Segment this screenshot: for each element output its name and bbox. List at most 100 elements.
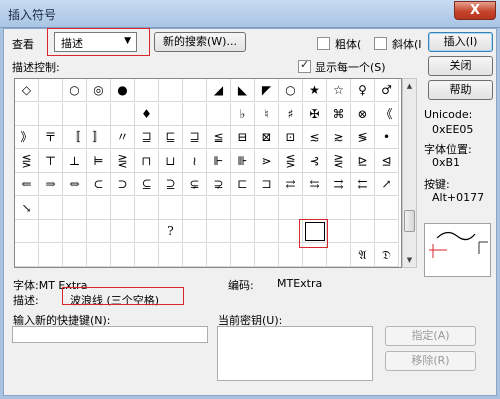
symbol-cell[interactable]: ● [111,79,135,102]
symbol-cell[interactable]: ⊟ [231,126,255,149]
new-shortcut-input[interactable] [12,326,208,343]
symbol-cell[interactable]: ⊐ [255,173,279,196]
symbol-cell[interactable] [39,220,63,243]
symbol-cell[interactable]: ♯ [279,102,303,126]
symbol-cell[interactable]: ≳ [327,126,351,149]
symbol-cell[interactable] [87,243,111,267]
symbol-cell[interactable] [111,220,135,243]
symbol-cell[interactable] [207,102,231,126]
symbol-cell[interactable] [111,102,135,126]
symbol-cell[interactable]: ⊋ [207,173,231,196]
symbol-cell[interactable]: ⊂ [87,173,111,196]
symbol-cell[interactable]: 》 [15,126,39,149]
symbol-cell[interactable]: ? [159,220,183,243]
symbol-cell[interactable]: ⊇ [159,173,183,196]
symbol-cell[interactable] [15,220,39,243]
symbol-cell[interactable]: ◢ [207,79,231,102]
symbol-cell[interactable]: ↘ [15,196,39,220]
symbol-cell[interactable]: ⇄ [279,173,303,196]
symbol-cell[interactable]: ⋗ [255,149,279,173]
symbol-cell[interactable]: • [375,126,399,149]
symbol-cell[interactable] [39,79,63,102]
symbol-cell[interactable] [135,79,159,102]
symbol-cell[interactable] [87,220,111,243]
symbol-cell[interactable]: ⊒ [135,126,159,149]
symbol-cell[interactable]: ⊗ [351,102,375,126]
grid-scrollbar[interactable]: ▲ ▼ [402,78,417,268]
symbol-cell[interactable]: ⇐ [15,173,39,196]
symbol-cell[interactable]: 〛 [87,126,111,149]
symbol-cell[interactable]: ⋚ [279,149,303,173]
symbol-cell[interactable] [135,243,159,267]
symbol-cell[interactable] [63,220,87,243]
symbol-cell[interactable] [135,220,159,243]
current-key-list[interactable] [217,326,373,381]
symbol-cell[interactable]: ⊴ [375,149,399,173]
symbol-cell[interactable]: 《 [375,102,399,126]
symbol-cell[interactable] [183,102,207,126]
symbol-cell[interactable] [327,220,351,243]
symbol-cell[interactable]: ☆ [327,79,351,102]
symbol-cell[interactable]: ⊠ [255,126,279,149]
symbol-cell[interactable]: ⋚ [15,149,39,173]
symbol-cell[interactable]: ◤ [255,79,279,102]
symbol-cell[interactable]: ⊆ [135,173,159,196]
symbol-cell[interactable] [159,79,183,102]
symbol-cell[interactable] [15,102,39,126]
symbol-cell[interactable]: ⊨ [87,149,111,173]
symbol-cell[interactable]: ○ [279,79,303,102]
symbol-cell[interactable] [351,196,375,220]
symbol-cell[interactable] [255,196,279,220]
symbol-cell[interactable] [135,196,159,220]
symbol-cell[interactable] [39,196,63,220]
symbol-cell[interactable] [39,102,63,126]
show-every-checkbox[interactable] [298,58,311,73]
symbol-cell[interactable]: ↗ [375,173,399,196]
symbol-cell[interactable]: ⇔ [63,173,87,196]
symbol-cell[interactable]: ⊃ [111,173,135,196]
symbol-cell[interactable]: 𝔇 [375,243,399,267]
symbol-cell[interactable] [351,220,375,243]
symbol-cell[interactable]: ⇆ [303,173,327,196]
new-search-button[interactable]: 新的搜索(W)... [154,32,246,52]
symbol-cell[interactable] [63,243,87,267]
symbol-cell[interactable]: ○ [63,79,87,102]
symbol-cell[interactable] [111,196,135,220]
symbol-cell[interactable] [207,243,231,267]
symbol-cell[interactable]: ⇉ [327,173,351,196]
symbol-cell[interactable] [87,102,111,126]
symbol-cell[interactable]: ⊔ [159,149,183,173]
symbol-cell[interactable]: 𝔄 [351,243,375,267]
symbol-cell[interactable]: ⊡ [279,126,303,149]
help-button[interactable]: 帮助 [428,80,493,100]
symbol-cell[interactable]: ⌘ [327,102,351,126]
symbol-cell[interactable] [159,243,183,267]
symbol-cell[interactable] [375,196,399,220]
symbol-cell[interactable]: 〃 [111,126,135,149]
assign-button[interactable]: 指定(A) [385,326,476,346]
symbol-cell[interactable]: ⊏ [231,173,255,196]
symbol-cell[interactable]: ≲ [303,126,327,149]
symbol-cell[interactable]: ◎ [87,79,111,102]
symbol-cell[interactable] [375,220,399,243]
symbol-cell[interactable] [279,196,303,220]
symbol-cell[interactable]: ⊩ [207,149,231,173]
symbol-cell[interactable] [15,243,39,267]
symbol-cell[interactable]: 〒 [39,126,63,149]
symbol-cell[interactable]: ⊒ [183,126,207,149]
symbol-cell[interactable] [183,220,207,243]
symbol-cell[interactable]: ⋛ [327,149,351,173]
symbol-cell[interactable] [231,220,255,243]
symbol-cell[interactable]: ♀ [351,79,375,102]
symbol-cell[interactable] [183,243,207,267]
symbol-cell[interactable]: ◇ [15,79,39,102]
symbol-cell[interactable]: ⊥ [63,149,87,173]
symbol-cell[interactable]: ⊵ [351,149,375,173]
symbol-cell[interactable] [159,196,183,220]
symbol-cell[interactable] [183,196,207,220]
close-button[interactable]: 关闭 [428,56,493,76]
symbol-cell[interactable] [231,243,255,267]
symbol-cell[interactable]: ◣ [231,79,255,102]
symbol-cell[interactable] [207,196,231,220]
symbol-cell[interactable] [63,196,87,220]
